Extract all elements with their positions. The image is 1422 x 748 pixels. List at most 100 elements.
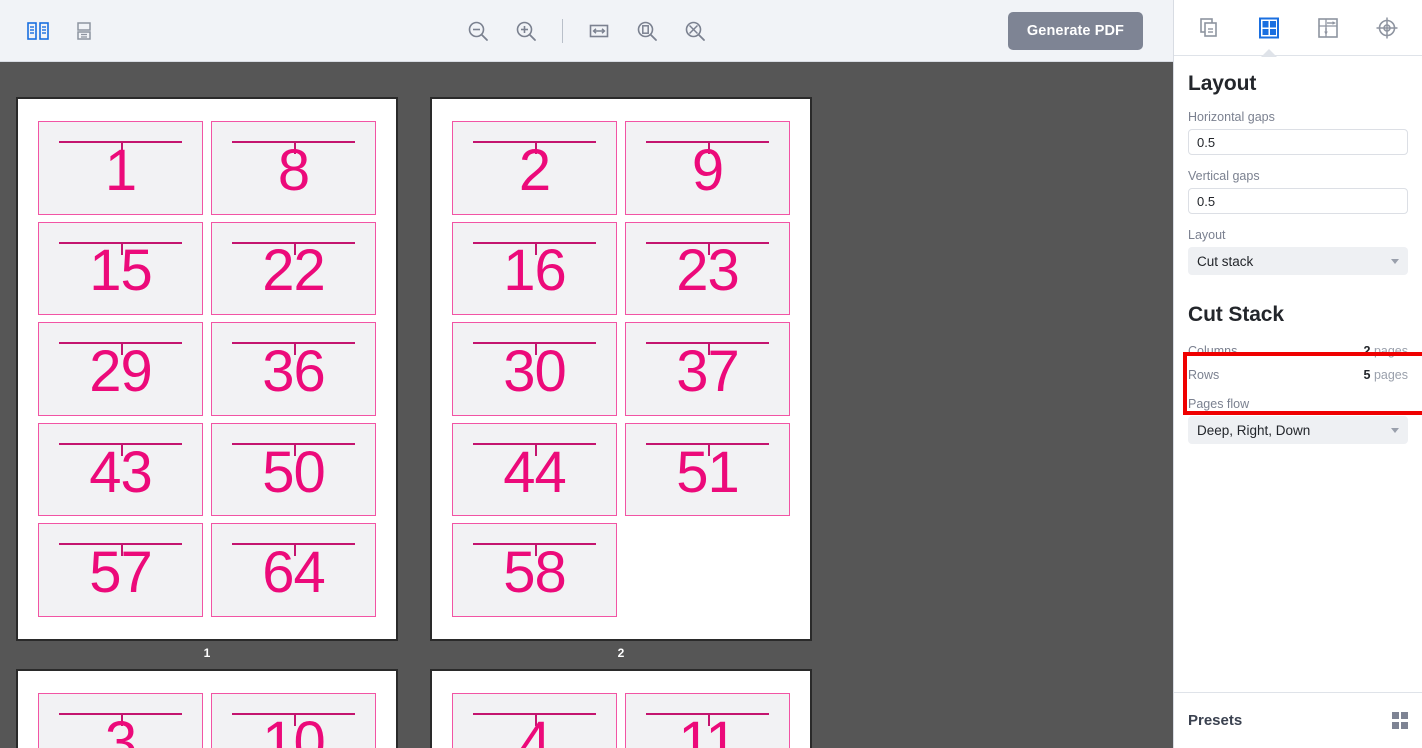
presets-grid-icon[interactable] <box>1391 712 1408 729</box>
main-area: Generate PDF 1 8 15 22 29 36 43 50 57 64 1 2 9 16 23 30… <box>0 0 1173 748</box>
sheet-cell[interactable]: 64 <box>211 523 376 617</box>
cell-page-number: 16 <box>503 238 567 304</box>
cell-page-number: 8 <box>277 137 310 203</box>
sheet-wrapper: 411182532394653604 <box>414 669 828 748</box>
active-tab-caret <box>1260 48 1277 57</box>
cell-page-number: 64 <box>262 540 326 606</box>
cell-page-number: 36 <box>262 338 326 404</box>
sheet-cell[interactable]: 4 <box>452 693 617 748</box>
cell-page-number: 43 <box>89 439 153 505</box>
cell-page-number: 50 <box>262 439 326 505</box>
chevron-down-icon <box>1391 258 1399 264</box>
sheet-cell[interactable]: 15 <box>38 221 203 316</box>
preview-canvas[interactable]: 1815222936435057641291623303744515823101… <box>0 62 1173 748</box>
sheet-grid: 1815222936435057641291623303744515823101… <box>0 62 1173 748</box>
sheet[interactable]: 2 9 16 23 30 37 44 51 58 <box>430 97 812 641</box>
toolbar-zoom-group <box>0 0 1173 61</box>
sheet-cell[interactable]: 10 <box>211 693 376 748</box>
reset-zoom-icon[interactable] <box>679 15 711 47</box>
sheet-cell[interactable]: 58 <box>452 523 617 617</box>
top-toolbar: Generate PDF <box>0 0 1173 62</box>
cell-page-number: 30 <box>503 338 567 404</box>
cell-page-number: 9 <box>691 137 724 203</box>
two-page-spread-icon[interactable] <box>22 15 54 47</box>
cell-page-number: 37 <box>676 338 740 404</box>
sheet-cell[interactable]: 16 <box>452 221 617 316</box>
cell-page-number: 10 <box>262 709 326 748</box>
panel-tabs <box>1174 0 1422 57</box>
cell-page-number: 2 <box>518 137 551 203</box>
sheet-cell[interactable]: 43 <box>38 422 203 517</box>
cell-page-number: 51 <box>676 439 740 505</box>
sheet-cell[interactable]: 51 <box>625 422 790 517</box>
marks-tab[interactable] <box>1367 8 1407 48</box>
generate-pdf-button[interactable]: Generate PDF <box>1007 11 1143 50</box>
sheet-label: 1 <box>203 646 211 660</box>
sheet-cell[interactable]: 50 <box>211 422 376 517</box>
vertical-gaps-input[interactable] <box>1188 188 1408 214</box>
columns-row[interactable]: Columns 2 pages <box>1188 339 1408 363</box>
presets-bar[interactable]: Presets <box>1174 692 1422 748</box>
rows-value-group: 5 pages <box>1364 368 1409 382</box>
sheet-wrapper: 2 9 16 23 30 37 44 51 58 2 <box>414 97 828 660</box>
rows-row[interactable]: Rows 5 pages <box>1188 363 1408 387</box>
horizontal-gaps-label: Horizontal gaps <box>1188 110 1275 124</box>
single-page-icon[interactable] <box>68 15 100 47</box>
rows-value: 5 <box>1363 368 1371 382</box>
sheet-cell[interactable]: 23 <box>625 221 790 316</box>
cell-page-number: 57 <box>89 540 153 606</box>
fit-page-icon[interactable] <box>631 15 663 47</box>
sheet-cell[interactable]: 22 <box>211 221 376 316</box>
flow-tab[interactable] <box>1308 8 1348 48</box>
sheet-wrapper: 1 8 15 22 29 36 43 50 57 64 1 <box>0 97 414 660</box>
sheet-cell[interactable]: 44 <box>452 422 617 517</box>
panel-body: Layout Horizontal gaps Vertical gaps Lay… <box>1174 56 1422 692</box>
layout-section-title: Layout <box>1188 72 1257 95</box>
sheet-cell[interactable]: 30 <box>452 322 617 416</box>
sheet-cell[interactable]: 9 <box>625 121 790 215</box>
right-panel: Layout Horizontal gaps Vertical gaps Lay… <box>1173 0 1422 748</box>
sheet-cell[interactable]: 36 <box>211 322 376 416</box>
sheet[interactable]: 41118253239465360 <box>430 669 812 748</box>
cut-stack-section-title: Cut Stack <box>1188 303 1284 326</box>
cell-page-number: 15 <box>89 238 153 304</box>
sheet[interactable]: 1 8 15 22 29 36 43 50 57 64 <box>16 97 398 641</box>
pages-flow-value: Deep, Right, Down <box>1197 422 1311 438</box>
toolbar-divider <box>562 18 563 43</box>
sheet-cell[interactable]: 8 <box>211 121 376 215</box>
sheet-cell[interactable]: 57 <box>38 523 203 617</box>
columns-value: 2 <box>1363 344 1371 358</box>
cell-page-number: 11 <box>678 709 737 748</box>
columns-label: Columns <box>1188 344 1238 358</box>
toolbar-left-group <box>0 15 100 47</box>
pages-flow-select[interactable]: Deep, Right, Down <box>1188 416 1408 444</box>
cell-page-number: 3 <box>104 709 137 748</box>
fit-width-icon[interactable] <box>583 15 615 47</box>
sheet[interactable]: 31017243138455259 <box>16 669 398 748</box>
sheet-cell[interactable]: 3 <box>38 693 203 748</box>
layout-tab[interactable] <box>1249 8 1289 57</box>
sheet-cell[interactable]: 1 <box>38 121 203 215</box>
cell-page-number: 4 <box>518 709 551 748</box>
cell-page-number: 1 <box>104 137 137 203</box>
sheet-cell[interactable]: 29 <box>38 322 203 416</box>
presets-label: Presets <box>1188 712 1243 729</box>
sheet-cell-empty <box>625 523 790 617</box>
sheet-label: 2 <box>617 646 625 660</box>
zoom-out-icon[interactable] <box>462 15 494 47</box>
pages-tab[interactable] <box>1190 8 1230 48</box>
cell-page-number: 58 <box>503 540 567 606</box>
sheet-cell[interactable]: 37 <box>625 322 790 416</box>
sheet-cell[interactable]: 2 <box>452 121 617 215</box>
layout-select-value: Cut stack <box>1197 253 1254 269</box>
sheet-cell[interactable]: 11 <box>625 693 790 748</box>
zoom-in-icon[interactable] <box>510 15 542 47</box>
horizontal-gaps-input[interactable] <box>1188 129 1408 155</box>
vertical-gaps-label: Vertical gaps <box>1188 169 1260 183</box>
cell-page-number: 29 <box>89 338 153 404</box>
columns-value-group: 2 pages <box>1364 344 1409 358</box>
imposition-app: Generate PDF 1 8 15 22 29 36 43 50 57 64 1 2 9 16 23 30… <box>0 0 1422 748</box>
cell-page-number: 23 <box>676 238 740 304</box>
layout-select[interactable]: Cut stack <box>1188 247 1408 275</box>
toolbar-right-group: Generate PDF <box>1007 11 1173 50</box>
